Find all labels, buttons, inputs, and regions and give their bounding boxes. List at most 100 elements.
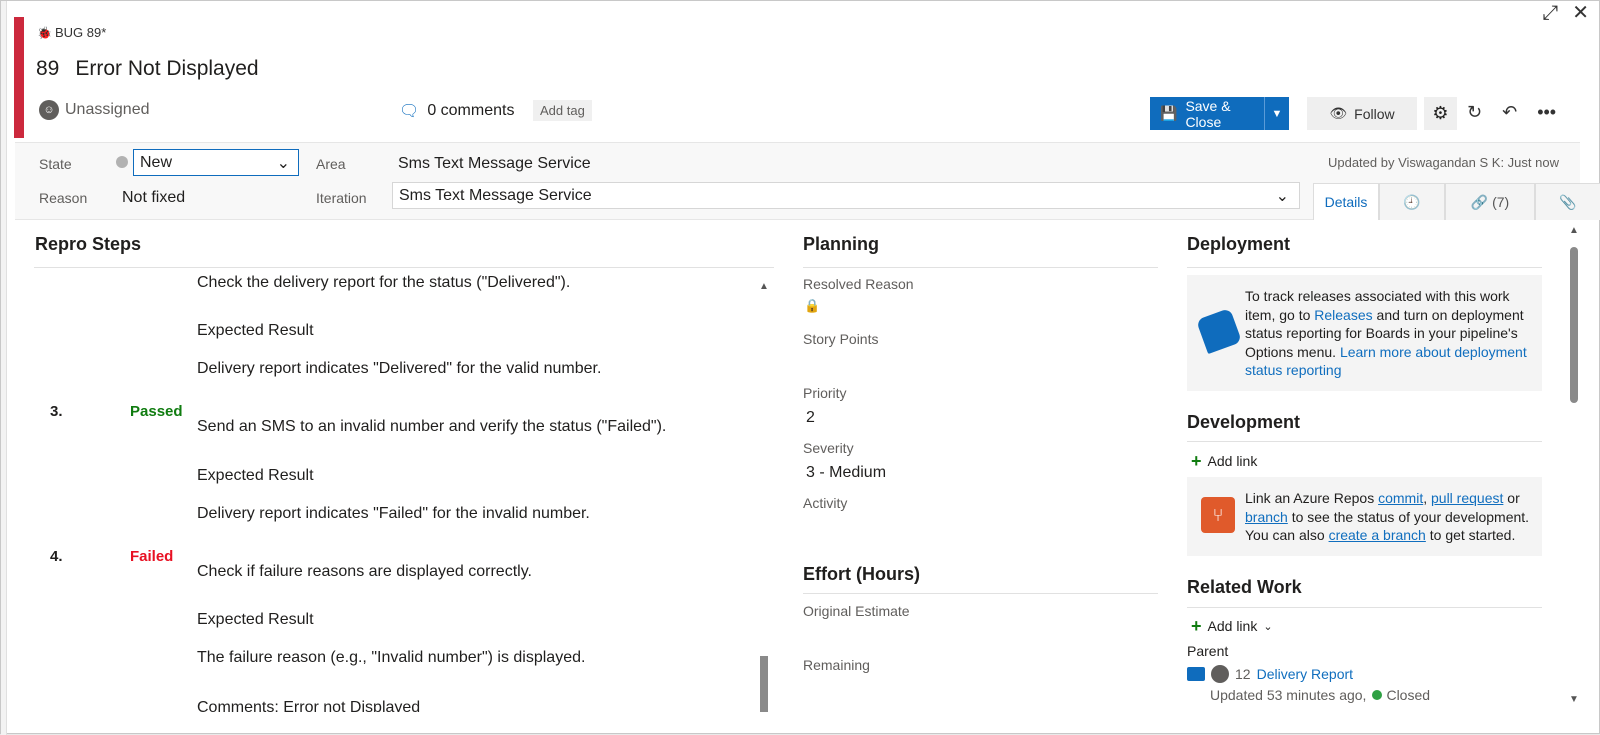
area-value[interactable]: Sms Text Message Service	[398, 155, 591, 173]
comments-link[interactable]: 🗨 0 comments	[399, 101, 514, 121]
releases-link[interactable]: Releases	[1314, 307, 1372, 323]
tab-history[interactable]: 🕘	[1379, 183, 1445, 220]
refresh-icon[interactable]: ↻	[1467, 102, 1482, 123]
assignee-picker[interactable]: ☺ Unassigned	[39, 100, 150, 120]
repro-steps-content[interactable]: Check the delivery report for the status…	[34, 269, 766, 712]
close-icon[interactable]: ✕	[1572, 3, 1589, 23]
repro-steps-heading: Repro Steps	[35, 234, 142, 254]
deployment-heading: Deployment	[1187, 234, 1291, 254]
step-text: Check if failure reasons are displayed c…	[197, 563, 532, 580]
state-value: New	[140, 153, 173, 171]
more-actions-icon[interactable]: •••	[1537, 102, 1556, 123]
divider	[1187, 267, 1542, 268]
paperclip-icon: 📎	[1559, 193, 1577, 210]
links-count: (7)	[1492, 194, 1510, 210]
story-points-label: Story Points	[803, 331, 879, 347]
window-controls: ⤢ ✕	[1542, 3, 1589, 23]
updated-by-text: Updated by Viswagandan S K: Just now	[1327, 155, 1559, 170]
avatar	[1211, 665, 1229, 683]
original-estimate-label: Original Estimate	[803, 603, 910, 619]
add-tag-button[interactable]: Add tag	[533, 100, 592, 121]
step-text: Send an SMS to an invalid number and ver…	[197, 418, 667, 435]
step-result: The failure reason (e.g., "Invalid numbe…	[197, 649, 586, 666]
related-add-link-button[interactable]: + Add link ⌄	[1191, 616, 1273, 636]
follow-label: Follow	[1354, 105, 1395, 122]
status-dot	[1372, 690, 1383, 700]
priority-label: Priority	[803, 385, 847, 401]
add-link-label: Add link	[1207, 618, 1258, 634]
scroll-up-arrow-icon[interactable]: ▲	[1569, 225, 1579, 236]
resolved-reason-label: Resolved Reason	[803, 276, 914, 292]
divider	[34, 267, 774, 268]
undo-icon[interactable]: ↶	[1502, 102, 1517, 123]
lock-icon: 🔒	[804, 298, 821, 313]
related-work-heading: Related Work	[1187, 577, 1302, 597]
development-add-link-button[interactable]: + Add link	[1191, 451, 1258, 471]
assignee-label: Unassigned	[65, 101, 150, 118]
expand-icon[interactable]: ⤢	[1542, 3, 1558, 23]
severity-value[interactable]: 3 - Medium	[806, 464, 886, 482]
parent-item[interactable]: 12 Delivery Report	[1187, 665, 1353, 683]
scroll-down-arrow-icon[interactable]: ▼	[1569, 694, 1579, 705]
page-title: 89 Error Not Displayed	[36, 57, 259, 81]
area-label: Area	[316, 156, 346, 172]
save-close-main[interactable]: 💾 Save & Close	[1150, 98, 1264, 130]
repro-scrollbar[interactable]: ▲	[759, 281, 769, 713]
iteration-dropdown[interactable]: Sms Text Message Service ⌄	[392, 182, 1300, 209]
tab-links[interactable]: 🔗 (7)	[1445, 183, 1535, 220]
development-text: to get started.	[1425, 527, 1516, 543]
step-number: 3.	[50, 403, 63, 420]
add-link-label: Add link	[1207, 453, 1258, 469]
work-item-id: 89	[36, 57, 60, 80]
plus-icon: +	[1191, 451, 1202, 471]
bug-icon: 🐞	[37, 25, 52, 40]
gear-icon[interactable]: ⚙	[1424, 97, 1457, 130]
divider	[1187, 607, 1542, 608]
tab-attachments[interactable]: 📎	[1535, 183, 1600, 220]
save-options-chevron-down-icon[interactable]: ▼	[1264, 97, 1289, 130]
link-icon: 🔗	[1470, 193, 1489, 210]
divider	[1187, 441, 1542, 442]
expected-result-label: Expected Result	[197, 467, 314, 484]
scroll-thumb[interactable]	[1570, 247, 1578, 403]
plus-icon: +	[1191, 616, 1202, 636]
parent-title-link[interactable]: Delivery Report	[1257, 666, 1353, 682]
commit-link[interactable]: commit	[1378, 490, 1423, 506]
development-text: Link an Azure Repos	[1245, 490, 1379, 506]
divider	[803, 267, 1158, 268]
background-edge	[1, 1, 7, 735]
bug-color-bar	[14, 17, 24, 138]
tab-details[interactable]: Details	[1313, 183, 1379, 220]
eye-icon: 👁	[1329, 105, 1348, 121]
step-text: Check the delivery report for the status…	[197, 274, 571, 291]
save-close-button[interactable]: 💾 Save & Close ▼	[1150, 97, 1289, 130]
development-text: ,	[1423, 490, 1431, 506]
step-number: 4.	[50, 548, 63, 565]
details-scrollbar[interactable]: ▲ ▼	[1567, 225, 1581, 705]
iteration-value: Sms Text Message Service	[399, 186, 592, 204]
branch-link[interactable]: branch	[1245, 509, 1288, 525]
book-icon	[1187, 667, 1205, 681]
state-dot	[116, 156, 128, 168]
priority-value[interactable]: 2	[806, 409, 815, 427]
step-result: Delivery report indicates "Delivered" fo…	[197, 360, 602, 377]
pull-request-link[interactable]: pull request	[1431, 490, 1503, 506]
comment-icon: 🗨	[399, 103, 420, 120]
header-actions: ↻ ↶ •••	[1467, 102, 1556, 123]
deployment-info-text: To track releases associated with this w…	[1245, 287, 1535, 380]
work-item-type-label: BUG 89*	[55, 25, 107, 40]
state-label: State	[39, 156, 72, 172]
save-close-label: Save & Close	[1185, 97, 1231, 130]
step-result: Delivery report indicates "Failed" for t…	[197, 505, 590, 522]
chevron-down-icon: ⌄	[1263, 620, 1273, 633]
work-item-title[interactable]: Error Not Displayed	[75, 57, 258, 81]
reason-value[interactable]: Not fixed	[122, 189, 185, 207]
follow-button[interactable]: 👁 Follow	[1307, 97, 1417, 130]
planning-heading: Planning	[803, 234, 879, 254]
scroll-up-arrow-icon[interactable]: ▲	[759, 281, 769, 292]
comments-count: 0 comments	[427, 102, 515, 119]
state-dropdown[interactable]: New ⌄	[133, 149, 299, 176]
create-branch-link[interactable]: create a branch	[1329, 527, 1426, 543]
scroll-thumb[interactable]	[760, 656, 768, 712]
chevron-down-icon: ⌄	[1275, 187, 1289, 205]
